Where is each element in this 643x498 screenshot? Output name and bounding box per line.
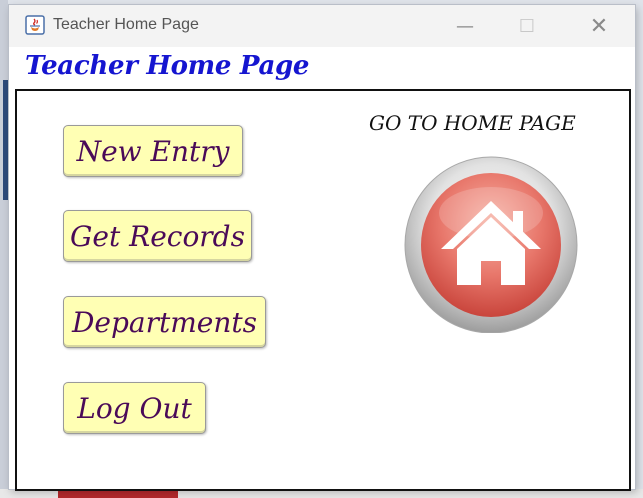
app-window: Teacher Home Page — ☐ ✕ Teacher Home Pag… bbox=[9, 5, 635, 491]
log-out-button[interactable]: Log Out bbox=[63, 382, 206, 434]
get-records-button[interactable]: Get Records bbox=[63, 210, 252, 262]
java-app-icon bbox=[25, 15, 45, 35]
departments-button[interactable]: Departments bbox=[63, 296, 266, 348]
desktop-background-left bbox=[0, 0, 8, 498]
home-button[interactable] bbox=[401, 153, 581, 333]
window-title: Teacher Home Page bbox=[53, 16, 199, 33]
maximize-button[interactable]: ☐ bbox=[497, 5, 557, 47]
close-button[interactable]: ✕ bbox=[569, 5, 629, 47]
go-to-home-label: GO TO HOME PAGE bbox=[369, 111, 576, 135]
page-title: Teacher Home Page bbox=[25, 51, 310, 81]
title-bar[interactable]: Teacher Home Page — ☐ ✕ bbox=[9, 5, 635, 47]
minimize-button[interactable]: — bbox=[435, 5, 495, 47]
new-entry-button[interactable]: New Entry bbox=[63, 125, 243, 177]
desktop-accent bbox=[3, 80, 8, 200]
main-panel: New Entry Get Records Departments Log Ou… bbox=[15, 89, 631, 491]
